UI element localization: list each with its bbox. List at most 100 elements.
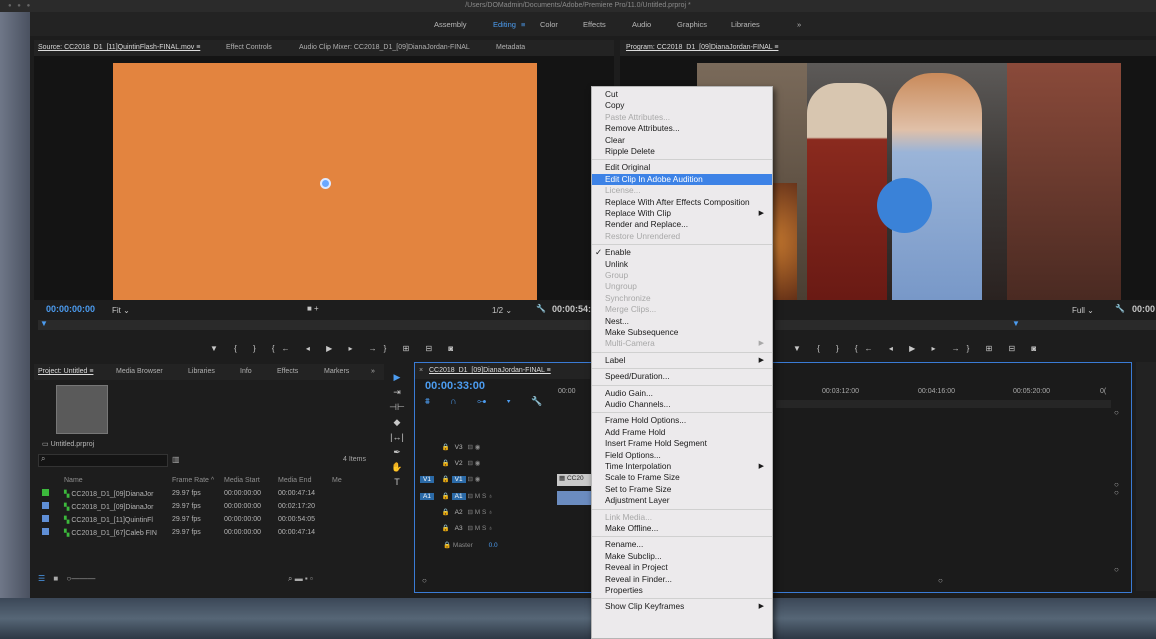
tab-effects[interactable]: Effects <box>277 368 298 375</box>
workspace-libraries[interactable]: Libraries <box>731 20 760 29</box>
workspace-assembly[interactable]: Assembly <box>434 20 467 29</box>
menu-item-scale-to-frame-size[interactable]: Scale to Frame Size <box>592 472 772 483</box>
mute-button[interactable]: M <box>475 525 480 532</box>
tab-project[interactable]: Project: Untitled ≡ <box>38 368 93 375</box>
menu-item-properties[interactable]: Properties <box>592 585 772 596</box>
sync-lock-icon[interactable]: ⊟ <box>467 444 472 451</box>
tab-program[interactable]: Program: CC2018_D1_[09]DianaJordan-FINAL… <box>626 44 778 51</box>
list-view-icon[interactable]: ☰ <box>38 574 45 583</box>
label-color-swatch[interactable] <box>38 500 60 513</box>
menu-item-time-interpolation[interactable]: Time Interpolation ▶ <box>592 461 772 472</box>
track-lock-icon[interactable]: 🔒 <box>442 509 450 516</box>
clip-name-cell[interactable]: ▚ CC2018_D1_[09]DianaJor <box>60 500 168 513</box>
wrench-icon[interactable]: 🔧 <box>536 304 546 313</box>
source-patch-button[interactable]: A1 <box>420 493 434 500</box>
menu-item-make-offline[interactable]: Make Offline... <box>592 523 772 534</box>
track-lock-icon[interactable]: 🔒 <box>442 460 450 467</box>
track-header-a1[interactable]: A1 🔒 A1 ⊟ M S ♁ <box>420 492 556 506</box>
program-transport-controls[interactable]: ▼ { } {← ◂ ▶ ▸ →} ⊞ ⊟ ◙ <box>793 344 1043 353</box>
menu-item-cut[interactable]: Cut <box>592 89 772 100</box>
col-name[interactable]: Name <box>60 474 168 487</box>
video-clip[interactable]: ▦ CC20 <box>557 474 591 486</box>
type-tool-icon[interactable]: T <box>388 475 406 490</box>
sync-lock-icon[interactable]: ⊟ <box>467 493 472 500</box>
track-target-button[interactable]: A2 <box>452 509 466 516</box>
sync-lock-icon[interactable]: ⊟ <box>467 460 472 467</box>
track-target-button[interactable]: V2 <box>452 460 466 467</box>
tab-info[interactable]: Info <box>240 368 252 375</box>
workspace-color[interactable]: Color <box>540 20 558 29</box>
lock-icon[interactable]: 🔒 <box>443 542 451 549</box>
ripple-edit-tool-icon[interactable]: ⊣⊢ <box>388 400 406 415</box>
menu-item-replace-with-after-effects-composition[interactable]: Replace With After Effects Composition <box>592 197 772 208</box>
timeline-vertical-scrollbar[interactable]: ○ ○ ○ ○ <box>1114 400 1128 574</box>
menu-item-insert-frame-hold-segment[interactable]: Insert Frame Hold Segment <box>592 438 772 449</box>
menu-item-set-to-frame-size[interactable]: Set to Frame Size <box>592 484 772 495</box>
razor-tool-icon[interactable]: ◆ <box>388 415 406 430</box>
clip-name-cell[interactable]: ▚ CC2018_D1_[11]QuintinFl <box>60 513 168 526</box>
menu-item-reveal-in-finder[interactable]: Reveal in Finder... <box>592 574 772 585</box>
timeline-toolbar[interactable]: ⩩ ∩ ⊶ ▾ 🔧 <box>425 396 551 407</box>
menu-item-adjustment-layer[interactable]: Adjustment Layer <box>592 495 772 506</box>
menu-item-make-subclip[interactable]: Make Subclip... <box>592 551 772 562</box>
menu-item-add-frame-hold[interactable]: Add Frame Hold <box>592 427 772 438</box>
tab-media-browser[interactable]: Media Browser <box>116 368 163 375</box>
track-header-v2[interactable]: V1 🔒 V2 ⊟ ◉ <box>420 459 556 473</box>
timeline-close-icon[interactable]: × <box>419 367 423 374</box>
menu-item-field-options[interactable]: Field Options... <box>592 450 772 461</box>
program-ruler[interactable] <box>775 320 1156 330</box>
tab-source[interactable]: Source: CC2018_D1_[11]QuintinFlash-FINAL… <box>38 44 200 51</box>
project-row[interactable]: ▚ CC2018_D1_[09]DianaJor 29.97 fps 00:00:0… <box>38 500 346 513</box>
project-search-input[interactable]: ⌕ <box>38 454 168 467</box>
scroll-handle-right[interactable]: ○ <box>938 576 943 585</box>
menu-item-unlink[interactable]: Unlink <box>592 259 772 270</box>
track-header-a2[interactable]: V1 🔒 A2 ⊟ M S ♁ <box>420 508 556 522</box>
track-target-button[interactable]: V3 <box>452 444 466 451</box>
source-resolution-select[interactable]: 1/2 ⌄ <box>492 306 512 315</box>
track-lock-icon[interactable]: 🔒 <box>442 525 450 532</box>
menu-item-label[interactable]: Label ▶ <box>592 355 772 366</box>
track-lock-icon[interactable]: 🔒 <box>442 493 450 500</box>
source-fit-select[interactable]: Fit ⌄ <box>112 306 130 315</box>
tab-effect-controls[interactable]: Effect Controls <box>226 44 272 51</box>
menu-item-frame-hold-options[interactable]: Frame Hold Options... <box>592 415 772 426</box>
source-patch-button[interactable]: V1 <box>420 476 434 483</box>
source-ruler[interactable] <box>38 320 593 330</box>
timeline-timecode[interactable]: 00:00:33:00 <box>425 380 485 392</box>
track-target-button[interactable]: A1 <box>451 493 466 500</box>
tab-timeline-sequence[interactable]: CC2018_D1_[09]DianaJordan-FINAL ≡ <box>429 367 551 374</box>
menu-item-render-and-replace[interactable]: Render and Replace... <box>592 219 772 230</box>
workspace-effects[interactable]: Effects <box>583 20 606 29</box>
tab-audio-clip-mixer[interactable]: Audio Clip Mixer: CC2018_D1_[09]DianaJor… <box>299 44 470 51</box>
mute-button[interactable]: M <box>475 493 480 500</box>
workspace-menu-icon[interactable]: ≡ <box>521 20 525 29</box>
eye-icon[interactable]: ◉ <box>475 444 481 451</box>
source-transport-controls[interactable]: ▼ { } {← ◂ ▶ ▸ →} ⊞ ⊟ ◙ <box>210 344 460 353</box>
label-color-swatch[interactable] <box>38 513 60 526</box>
menu-item-make-subsequence[interactable]: Make Subsequence <box>592 327 772 338</box>
selection-tool-icon[interactable]: ▶ <box>388 370 406 385</box>
menu-item-speed-duration[interactable]: Speed/Duration... <box>592 371 772 382</box>
menu-item-nest[interactable]: Nest... <box>592 316 772 327</box>
menu-item-remove-attributes[interactable]: Remove Attributes... <box>592 123 772 134</box>
menu-item-rename[interactable]: Rename... <box>592 539 772 550</box>
track-header-v1[interactable]: V1 🔒 V1 ⊟ ◉ <box>420 475 556 489</box>
workspace-graphics[interactable]: Graphics <box>677 20 707 29</box>
slip-tool-icon[interactable]: |↔| <box>388 430 406 445</box>
track-lock-icon[interactable]: 🔒 <box>442 476 450 483</box>
eye-icon[interactable]: ◉ <box>475 460 481 467</box>
project-row[interactable]: ▚ CC2018_D1_[67]Caleb FIN 29.97 fps 00:00:… <box>38 526 346 539</box>
audio-clip[interactable] <box>557 491 591 505</box>
label-color-swatch[interactable] <box>38 487 60 500</box>
track-header-v3[interactable]: V1 🔒 V3 ⊟ ◉ <box>420 443 556 457</box>
project-row[interactable]: ▚ CC2018_D1_[09]DianaJor 29.97 fps 00:00:0… <box>38 487 346 500</box>
track-target-button[interactable]: A3 <box>452 525 466 532</box>
label-color-swatch[interactable] <box>38 526 60 539</box>
track-header-a3[interactable]: V1 🔒 A3 ⊟ M S ♁ <box>420 524 556 538</box>
clip-name-cell[interactable]: ▚ CC2018_D1_[09]DianaJor <box>60 487 168 500</box>
project-row[interactable]: ▚ CC2018_D1_[11]QuintinFl 29.97 fps 00:00:… <box>38 513 346 526</box>
icon-view-icon[interactable]: ■ <box>53 574 58 583</box>
mic-icon[interactable]: ♁ <box>488 525 493 532</box>
pen-tool-icon[interactable]: ✒ <box>388 445 406 460</box>
tab-libraries[interactable]: Libraries <box>188 368 215 375</box>
